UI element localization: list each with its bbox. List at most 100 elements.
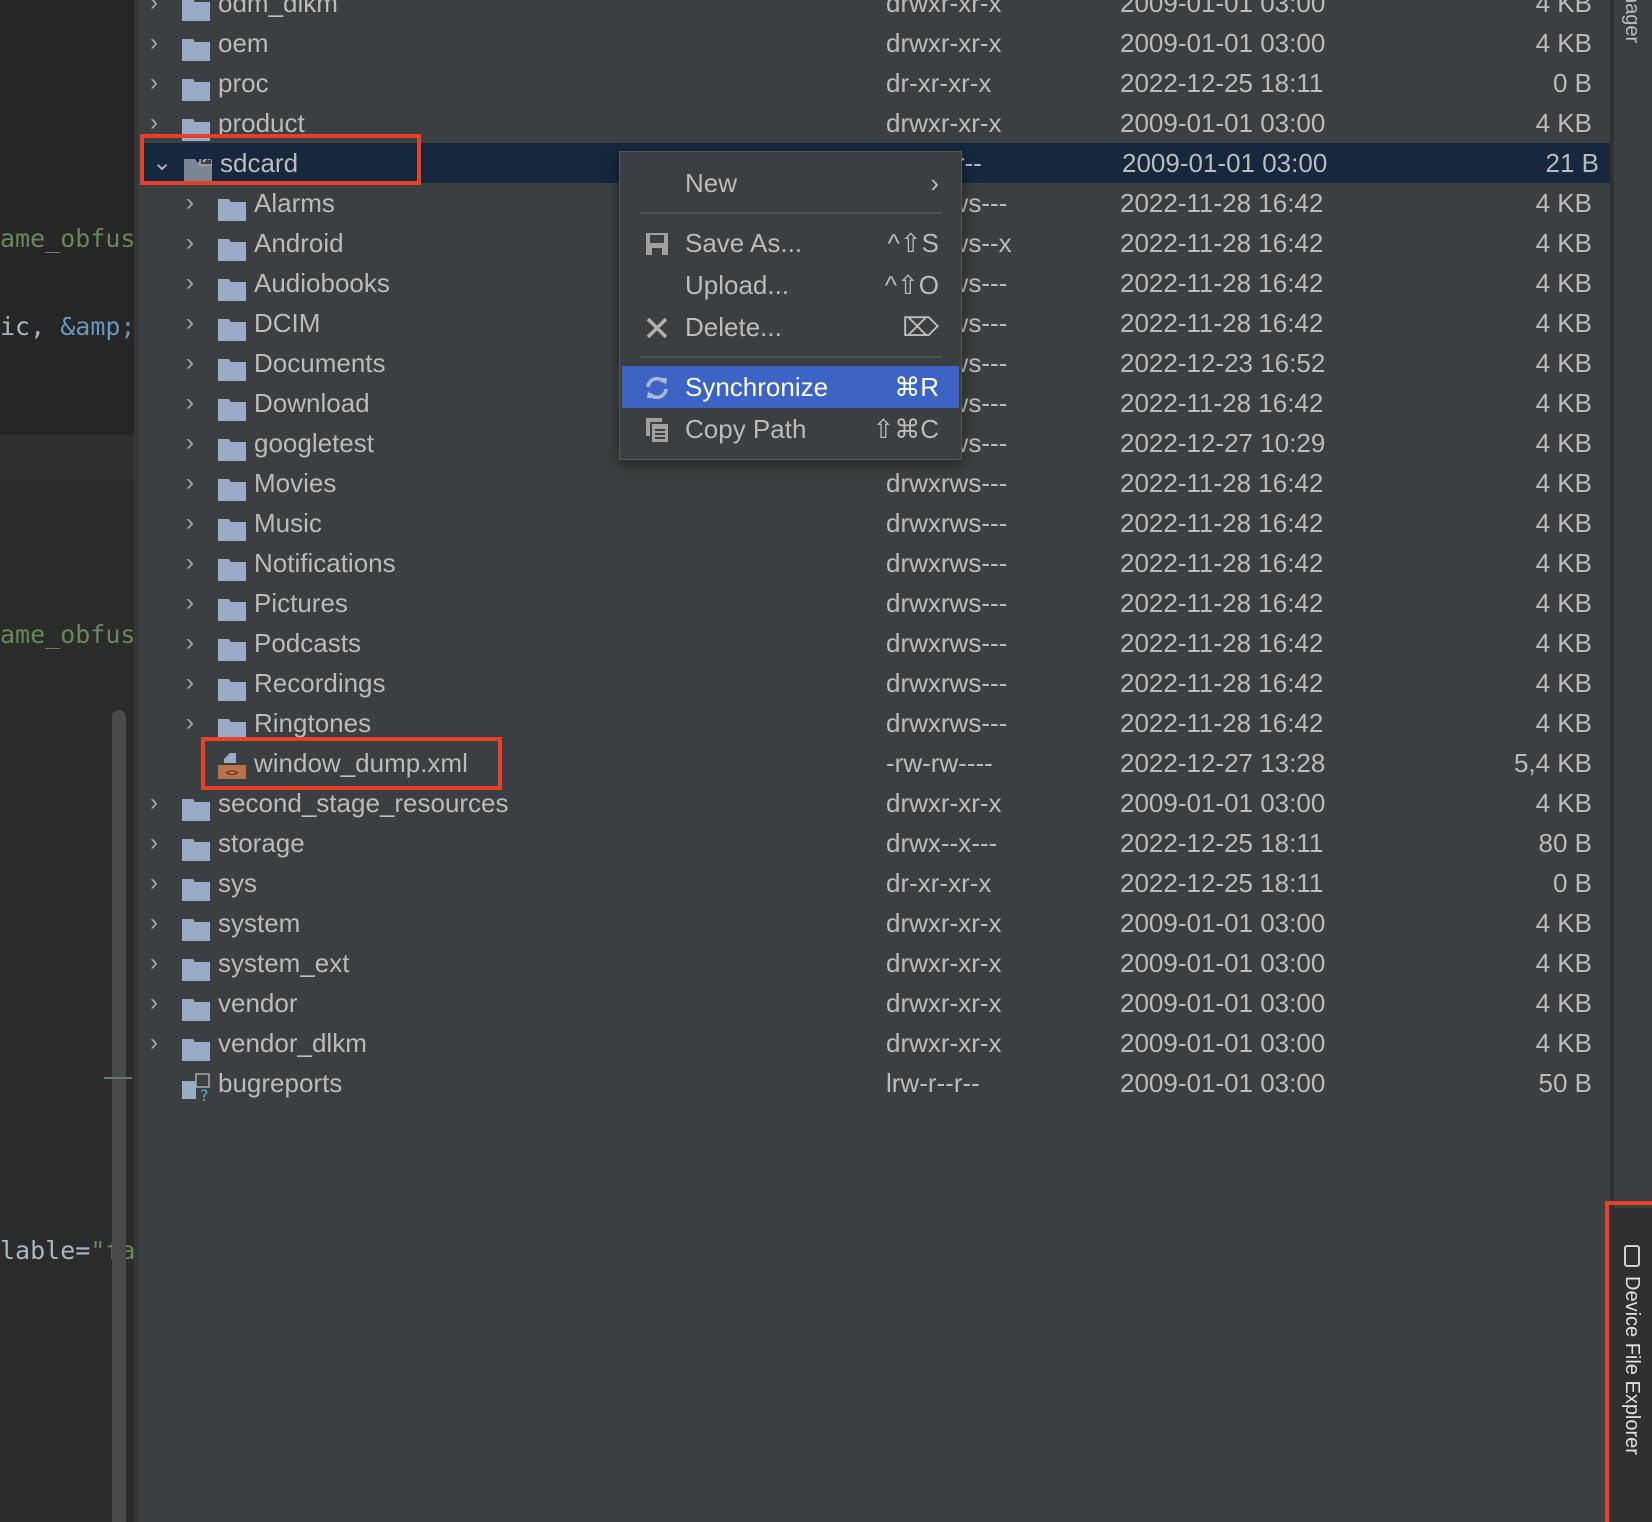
folder-icon (182, 912, 210, 941)
tree-row[interactable]: › proc dr-xr-xr-x 2022-12-25 18:11 0 B (138, 63, 1610, 103)
file-date: 2022-12-25 18:11 (1120, 828, 1324, 858)
file-date: 2022-11-28 16:42 (1120, 388, 1324, 418)
tree-row[interactable]: › Recordings drwxrws--- 2022-11-28 16:42 4 K… (138, 663, 1610, 703)
floppy-disk-icon (646, 233, 668, 255)
chevron-right-icon[interactable]: › (150, 23, 170, 63)
chevron-right-icon[interactable]: › (150, 943, 170, 983)
file-name: system_ext (218, 948, 350, 978)
file-size: 4 KB (1535, 228, 1592, 258)
menu-item-new[interactable]: New › (622, 162, 959, 204)
chevron-right-icon[interactable]: › (186, 623, 206, 663)
file-name: Audiobooks (254, 268, 390, 298)
chevron-right-icon[interactable]: › (186, 583, 206, 623)
highlight-box-sdcard (140, 134, 421, 185)
symlink-unknown-icon: ? (182, 1072, 210, 1105)
menu-separator (640, 212, 942, 214)
chevron-right-icon[interactable]: › (150, 63, 170, 103)
chevron-right-icon[interactable]: › (150, 863, 170, 903)
chevron-right-icon[interactable]: › (150, 0, 170, 23)
tree-row[interactable]: › oem drwxr-xr-x 2009-01-01 03:00 4 KB (138, 23, 1610, 63)
file-permissions: drwxr-xr-x (886, 908, 1002, 938)
chevron-right-icon[interactable]: › (150, 1023, 170, 1063)
file-name: storage (218, 828, 305, 858)
menu-item-copy-path[interactable]: Copy Path ⇧⌘C (622, 408, 959, 450)
chevron-right-icon: › (930, 168, 939, 198)
tree-row[interactable]: ? bugreports lrw-r--r-- 2009-01-01 03:00 50 … (138, 1063, 1610, 1105)
tree-row[interactable]: › vendor_dlkm drwxr-xr-x 2009-01-01 03:00 4 … (138, 1023, 1610, 1063)
file-size: 4 KB (1535, 468, 1592, 498)
chevron-right-icon[interactable]: › (186, 303, 206, 343)
folder-icon (218, 552, 246, 581)
folder-icon (182, 792, 210, 821)
file-permissions: drwxrws--- (886, 588, 1008, 618)
tree-row[interactable]: › Notifications drwxrws--- 2022-11-28 16:42… (138, 543, 1610, 583)
file-size: 4 KB (1535, 988, 1592, 1018)
tree-row[interactable]: › Pictures drwxrws--- 2022-11-28 16:42 4 KB (138, 583, 1610, 623)
close-icon (646, 317, 668, 339)
code-string: ame_obfus (0, 224, 134, 253)
chevron-right-icon[interactable]: › (186, 263, 206, 303)
editor-scrollbar[interactable] (112, 710, 126, 1522)
chevron-right-icon[interactable]: › (186, 383, 206, 423)
folder-icon (182, 832, 210, 861)
file-size: 4 KB (1535, 628, 1592, 658)
menu-shortcut: ⌘R (894, 372, 939, 402)
folder-icon (182, 1032, 210, 1061)
chevron-right-icon[interactable]: › (186, 503, 206, 543)
chevron-right-icon[interactable]: › (186, 463, 206, 503)
file-permissions: drwxr-xr-x (886, 788, 1002, 818)
chevron-right-icon[interactable]: › (186, 543, 206, 583)
folder-icon (182, 112, 210, 141)
menu-item-save-as[interactable]: Save As... ^⇧S (622, 222, 959, 264)
file-permissions: drwxrws--- (886, 468, 1008, 498)
code-line: ame_obfus (0, 224, 134, 254)
change-marker (104, 1077, 132, 1079)
file-size: 4 KB (1535, 28, 1592, 58)
folder-icon (182, 992, 210, 1021)
file-date: 2022-11-28 16:42 (1120, 308, 1324, 338)
file-size: 0 B (1552, 868, 1592, 898)
chevron-right-icon[interactable]: › (186, 223, 206, 263)
chevron-right-icon[interactable]: › (186, 663, 206, 703)
tree-row[interactable]: › Movies drwxrws--- 2022-11-28 16:42 4 KB (138, 463, 1610, 503)
file-size: 4 KB (1535, 0, 1592, 18)
file-name: Pictures (254, 588, 348, 618)
tree-row[interactable]: › storage drwx--x--- 2022-12-25 18:11 80 B (138, 823, 1610, 863)
chevron-right-icon[interactable]: › (186, 343, 206, 383)
folder-icon (218, 352, 246, 381)
tree-row[interactable]: › system_ext drwxr-xr-x 2009-01-01 03:00 4 K… (138, 943, 1610, 983)
chevron-right-icon[interactable]: › (150, 823, 170, 863)
chevron-right-icon[interactable]: › (186, 423, 206, 463)
menu-item-delete[interactable]: Delete... ⌦ (622, 306, 959, 348)
chevron-right-icon[interactable]: › (150, 983, 170, 1023)
folder-icon (182, 32, 210, 61)
menu-item-upload[interactable]: Upload... ^⇧O (622, 264, 959, 306)
menu-item-synchronize[interactable]: Synchronize ⌘R (622, 366, 959, 408)
file-name: system (218, 908, 301, 938)
tree-row[interactable]: › Podcasts drwxrws--- 2022-11-28 16:42 4 KB (138, 623, 1610, 663)
file-date: 2009-01-01 03:00 (1120, 948, 1326, 978)
chevron-right-icon[interactable]: › (150, 783, 170, 823)
file-date: 2022-11-28 16:42 (1120, 588, 1324, 618)
file-size: 4 KB (1535, 588, 1592, 618)
folder-icon (218, 232, 246, 261)
menu-shortcut: ^⇧O (884, 270, 939, 300)
file-date: 2022-11-28 16:42 (1120, 188, 1324, 218)
file-name: Notifications (254, 548, 396, 578)
tree-row[interactable]: › odm_dlkm drwxr-xr-x 2009-01-01 03:00 4 KB (138, 0, 1610, 23)
file-size: 4 KB (1535, 428, 1592, 458)
tool-tab-device-manager[interactable]: nager (1620, 0, 1643, 43)
tree-row[interactable]: › sys dr-xr-xr-x 2022-12-25 18:11 0 B (138, 863, 1610, 903)
tree-row[interactable]: › Music drwxrws--- 2022-11-28 16:42 4 KB (138, 503, 1610, 543)
code-entity: &amp; (60, 312, 134, 341)
file-name: Alarms (254, 188, 335, 218)
file-permissions: -rw-rw---- (886, 748, 993, 778)
code-text: ic, (0, 312, 61, 341)
folder-icon (218, 192, 246, 221)
file-name: googletest (254, 428, 374, 458)
chevron-right-icon[interactable]: › (186, 183, 206, 223)
tree-row[interactable]: › vendor drwxr-xr-x 2009-01-01 03:00 4 KB (138, 983, 1610, 1023)
chevron-right-icon[interactable]: › (150, 903, 170, 943)
file-size: 4 KB (1535, 708, 1592, 738)
tree-row[interactable]: › system drwxr-xr-x 2009-01-01 03:00 4 KB (138, 903, 1610, 943)
